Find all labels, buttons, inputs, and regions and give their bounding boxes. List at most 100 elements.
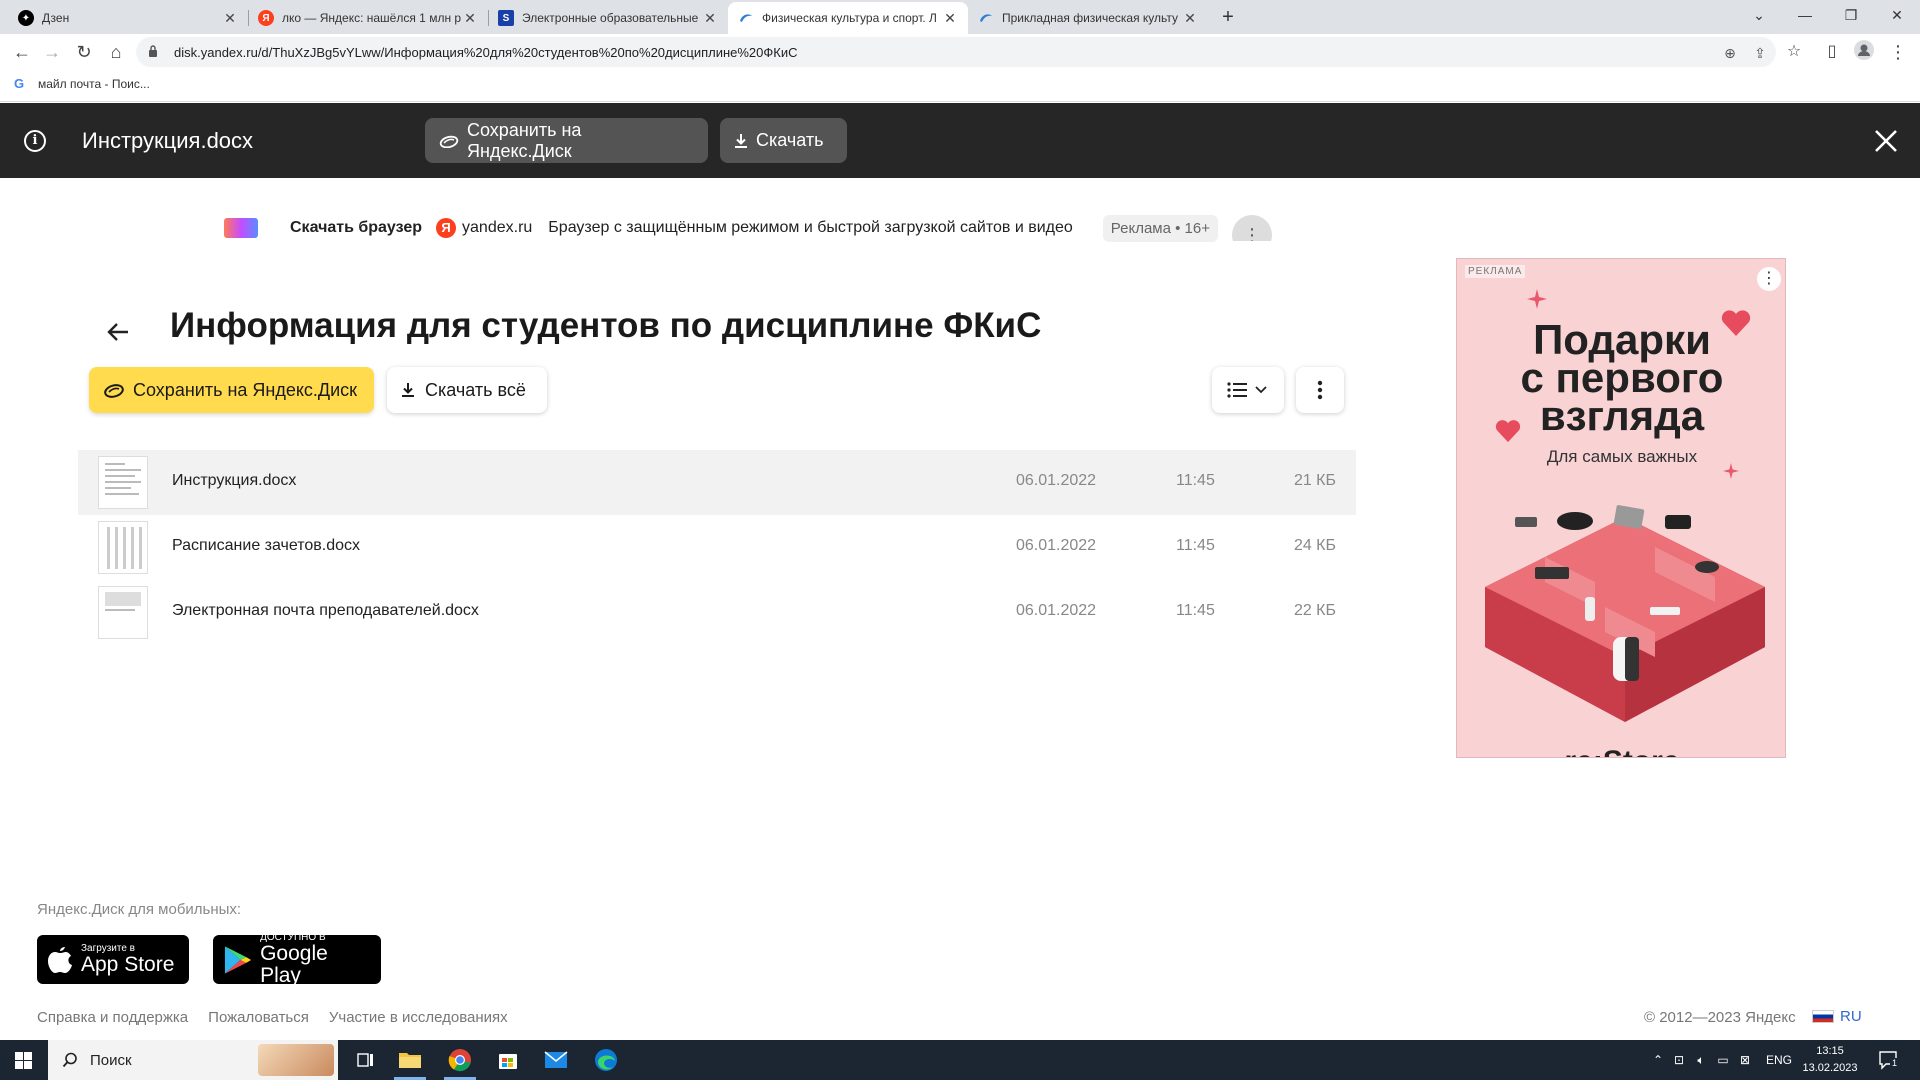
tab-dzen[interactable]: ✦ Дзен ✕ (8, 2, 248, 34)
taskbar-search[interactable]: Поиск (48, 1040, 338, 1080)
file-row[interactable]: Инструкция.docx 06.01.2022 11:45 21 КБ (78, 450, 1356, 515)
side-advertisement[interactable]: РЕКЛАМА ⋮ Подарки с первого взгляда Для … (1456, 258, 1786, 758)
close-icon[interactable]: ✕ (462, 10, 478, 27)
browser-ad-banner[interactable]: Скачать браузер Я yandex.ru Браузер с за… (224, 213, 1272, 243)
forward-button[interactable]: → (40, 40, 64, 64)
ad-brand: re:Store (1457, 745, 1785, 757)
dzen-icon: ✦ (18, 10, 34, 26)
file-size: 22 КБ (1293, 602, 1336, 619)
file-date: 06.01.2022 (1016, 602, 1097, 619)
tab-title: Электронные образовательные (522, 11, 699, 25)
language-switcher[interactable]: RU (1812, 1008, 1862, 1025)
google-play-button[interactable]: ДОСТУПНО В Google Play (213, 932, 381, 987)
mobile-apps-label: Яндекс.Диск для мобильных: (37, 901, 242, 918)
more-icon[interactable]: ⋮ (1757, 267, 1781, 291)
restore-button[interactable]: ❐ (1828, 0, 1874, 30)
ad-title: Скачать браузер (290, 219, 423, 236)
download-all-button[interactable]: Скачать всё (387, 367, 547, 413)
browser-menu-icon[interactable]: ⋮ (1886, 40, 1910, 64)
input-language[interactable]: ENG (1766, 1053, 1792, 1067)
file-row[interactable]: Расписание зачетов.docx 06.01.2022 11:45… (78, 515, 1356, 580)
sidebar-toggle-icon[interactable]: ▯ (1820, 40, 1844, 64)
file-date: 06.01.2022 (1016, 537, 1097, 554)
bookmarks-bar: G майл почта - Поис... (0, 70, 1920, 102)
bookmark-star-icon[interactable]: ☆ (1782, 40, 1806, 64)
security-icon[interactable]: ⊠ (1734, 1053, 1756, 1067)
report-link[interactable]: Пожаловаться (208, 1009, 309, 1026)
file-row[interactable]: Электронная почта преподавателей.docx 06… (78, 580, 1356, 645)
profile-avatar[interactable] (1852, 40, 1876, 64)
tab-yandex-search[interactable]: Я лко — Яндекс: нашёлся 1 млн р ✕ (248, 2, 488, 34)
taskbar-clock[interactable]: 13:15 13.02.2023 (1796, 1043, 1864, 1077)
download-all-label: Скачать всё (425, 379, 526, 400)
back-button[interactable]: ← (10, 40, 34, 64)
network-icon[interactable]: ⊡ (1668, 1053, 1690, 1067)
help-link[interactable]: Справка и поддержка (37, 1009, 188, 1026)
back-arrow-icon[interactable] (104, 318, 132, 346)
russia-flag-icon (1812, 1010, 1834, 1023)
reload-button[interactable]: ↻ (72, 40, 96, 64)
close-icon[interactable] (1873, 128, 1899, 154)
tab-applied-physical-culture[interactable]: Прикладная физическая культу ✕ (968, 2, 1208, 34)
ad-subline: Для самых важных (1546, 447, 1698, 466)
browser-toolbar: ← → ↻ ⌂ disk.yandex.ru/d/ThuXzJBg5vYLww/… (0, 34, 1920, 70)
close-icon[interactable]: ✕ (702, 10, 718, 27)
address-bar[interactable]: disk.yandex.ru/d/ThuXzJBg5vYLww/Информац… (136, 37, 1776, 67)
tab-title: Физическая культура и спорт. Л (762, 11, 937, 25)
zoom-icon[interactable]: ⊕ (1720, 43, 1740, 63)
more-icon[interactable]: ⋮ (1232, 215, 1272, 241)
save-to-disk-button[interactable]: Сохранить на Яндекс.Диск (425, 118, 708, 163)
close-icon[interactable]: ✕ (942, 10, 958, 27)
tab-physical-culture[interactable]: Физическая культура и спорт. Л ✕ (728, 2, 968, 34)
share-icon[interactable]: ⇪ (1750, 43, 1770, 63)
list-view-icon (1227, 382, 1267, 398)
minimize-button[interactable]: — (1782, 0, 1828, 30)
save-to-disk-label: Сохранить на Яндекс.Диск (467, 119, 582, 161)
ad-label: Реклама • 16+ (1102, 214, 1218, 242)
disk-icon (103, 382, 125, 398)
notifications-icon[interactable]: 1 (1878, 1050, 1900, 1070)
google-icon: G (14, 76, 25, 91)
folder-title: Информация для студентов по дисциплине Ф… (170, 306, 1042, 345)
file-explorer-icon[interactable] (386, 1040, 434, 1080)
gadgets-illustration (1485, 505, 1765, 722)
info-icon[interactable]: i (24, 130, 46, 152)
home-button[interactable]: ⌂ (104, 40, 128, 64)
more-icon (1317, 380, 1323, 400)
more-options-button[interactable] (1296, 367, 1344, 413)
tab-search-chevron-icon[interactable]: ⌄ (1736, 0, 1782, 30)
disk-icon (738, 10, 754, 26)
task-view-icon[interactable] (342, 1040, 390, 1080)
apple-icon (48, 946, 72, 973)
close-icon[interactable]: ✕ (1182, 10, 1198, 27)
tab-education[interactable]: S Электронные образовательные ✕ (488, 2, 728, 34)
file-name: Расписание зачетов.docx (172, 537, 361, 554)
clock-time: 13:15 (1816, 1045, 1844, 1057)
bookmark-mail-search[interactable]: G майл почта - Поис... (14, 76, 150, 92)
lock-icon (149, 45, 157, 57)
view-mode-button[interactable] (1212, 367, 1284, 413)
disk-icon (439, 134, 459, 148)
close-window-button[interactable]: ✕ (1874, 0, 1920, 30)
chrome-icon[interactable] (436, 1040, 484, 1080)
file-name: Инструкция.docx (172, 472, 297, 489)
ad-headline-line: взгляда (1539, 392, 1705, 439)
display-icon[interactable]: ▭ (1712, 1053, 1734, 1067)
url-text[interactable]: disk.yandex.ru/d/ThuXzJBg5vYLww/Информац… (174, 45, 798, 60)
volume-icon[interactable]: 🔈︎ (1690, 1053, 1712, 1068)
edge-icon[interactable] (582, 1040, 630, 1080)
ad-thumbnail (224, 218, 258, 238)
app-store-button[interactable]: Загрузите в App Store (37, 935, 189, 984)
download-button[interactable]: Скачать (720, 118, 847, 163)
search-icon (62, 1052, 78, 1068)
save-to-disk-button[interactable]: Сохранить на Яндекс.Диск (89, 367, 374, 413)
close-icon[interactable]: ✕ (222, 10, 238, 27)
new-tab-button[interactable]: + (1216, 6, 1240, 30)
store-icon[interactable] (484, 1040, 532, 1080)
chevron-up-icon[interactable]: ⌃ (1648, 1053, 1668, 1067)
bookmark-label: майл почта - Поис... (38, 77, 150, 91)
windows-start-icon[interactable] (15, 1052, 32, 1069)
download-label: Скачать (756, 130, 824, 150)
research-link[interactable]: Участие в исследованиях (329, 1009, 508, 1026)
mail-icon[interactable] (532, 1040, 580, 1080)
